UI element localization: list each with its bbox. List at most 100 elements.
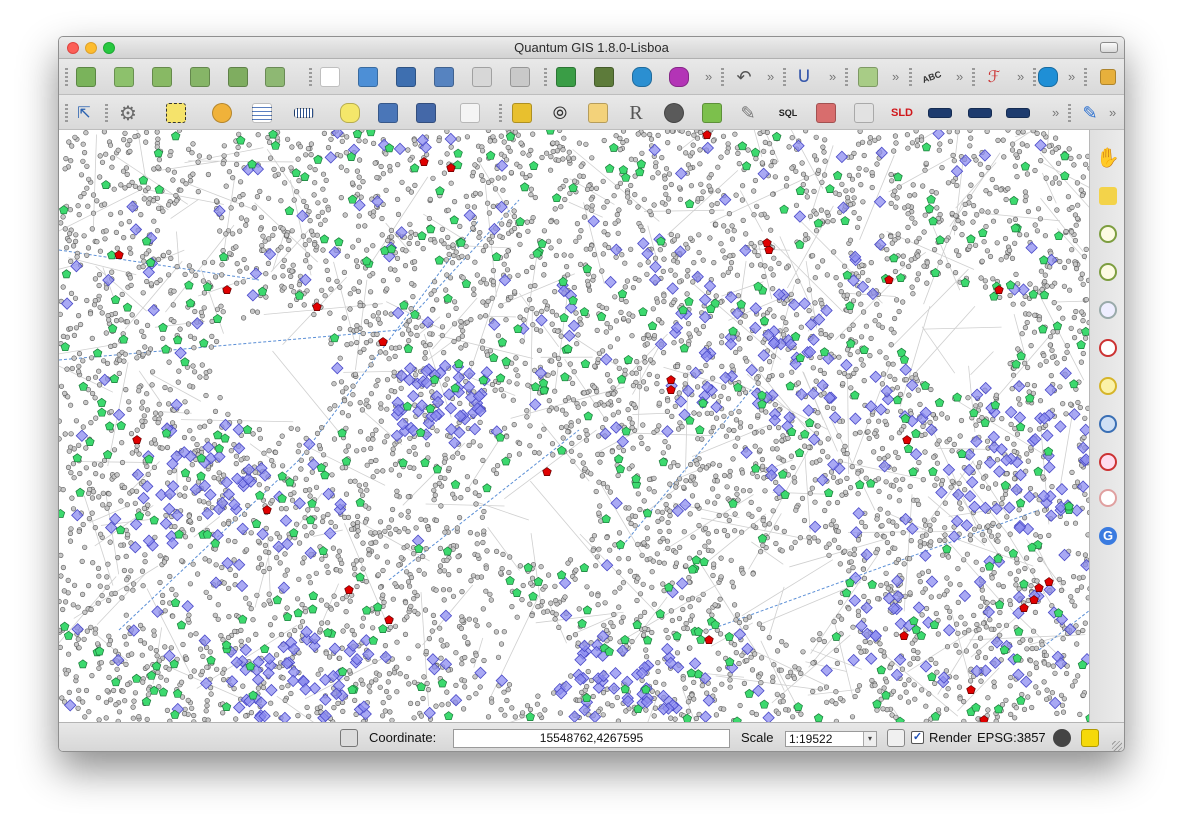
address-point <box>466 694 472 701</box>
address-point <box>406 448 412 455</box>
address-point <box>408 574 415 581</box>
toolbar-grip[interactable] <box>1068 104 1071 122</box>
add-postgis-button[interactable] <box>187 64 213 90</box>
globe-button[interactable] <box>661 100 687 126</box>
address-point <box>890 688 897 694</box>
toolbar-grip[interactable] <box>544 68 547 86</box>
add-raster-button[interactable] <box>149 64 175 90</box>
map-canvas[interactable] <box>59 130 1090 722</box>
toolbar-grip[interactable] <box>783 68 786 86</box>
add-feature-button[interactable] <box>553 64 579 90</box>
settings-button[interactable]: ⚙ <box>115 100 141 126</box>
toolbar-grip[interactable] <box>309 68 312 86</box>
address-point <box>993 208 999 214</box>
address-point <box>874 301 880 307</box>
address-point <box>139 652 145 658</box>
toolbar-grip[interactable] <box>909 68 912 86</box>
address-point <box>914 143 920 149</box>
raster-3-button[interactable] <box>1005 100 1031 126</box>
plugin-green-button[interactable] <box>509 100 535 126</box>
toolbar-grip[interactable] <box>65 68 68 86</box>
text-annotation-button[interactable] <box>457 100 483 126</box>
undo-button[interactable]: ↶ <box>731 64 757 90</box>
calendar-button[interactable] <box>585 100 611 126</box>
new-file-button[interactable] <box>317 64 343 90</box>
binoculars-button[interactable]: ⦾ <box>547 100 573 126</box>
raster-2-button[interactable] <box>967 100 993 126</box>
toolbar-overflow-chevron[interactable]: » <box>1109 105 1116 120</box>
address-point <box>996 582 1002 588</box>
toolbar-grip[interactable] <box>721 68 724 86</box>
toolbar-overflow-chevron[interactable]: » <box>1068 69 1075 84</box>
print-composer-button[interactable] <box>469 64 495 90</box>
sql-query-button[interactable] <box>851 100 877 126</box>
python-button[interactable] <box>699 100 725 126</box>
address-point <box>860 309 867 315</box>
address-point <box>979 171 985 178</box>
home-button[interactable] <box>413 100 439 126</box>
measure-button[interactable] <box>291 100 317 126</box>
add-spatialite-button[interactable] <box>225 64 251 90</box>
address-point <box>147 346 154 352</box>
toolbar-overflow-chevron[interactable]: » <box>767 69 774 84</box>
database-add-button[interactable] <box>629 64 655 90</box>
print-button[interactable] <box>507 64 533 90</box>
toolbar-grip[interactable] <box>65 104 68 122</box>
add-vector-button[interactable] <box>111 64 137 90</box>
edit-button[interactable] <box>591 64 617 90</box>
save-as-button[interactable] <box>431 64 457 90</box>
address-point <box>470 225 476 231</box>
node-tool-button[interactable] <box>855 64 881 90</box>
toolbar-overflow-chevron[interactable]: » <box>892 69 899 84</box>
identify-button[interactable]: ⇱ <box>71 100 97 126</box>
toolbar-toggle-button[interactable] <box>1100 42 1118 53</box>
pen-button[interactable]: ✎ <box>735 100 761 126</box>
address-point <box>355 528 361 534</box>
sld-button[interactable]: SLD <box>889 100 915 126</box>
annotation-button[interactable] <box>337 100 363 126</box>
toolbar-grip[interactable] <box>1084 68 1087 86</box>
r-button[interactable]: R <box>623 100 649 126</box>
toolbar-overflow-chevron[interactable]: » <box>1017 69 1024 84</box>
address-point <box>867 140 873 146</box>
address-point <box>557 710 564 716</box>
database-button[interactable] <box>666 64 692 90</box>
toolbar-grip[interactable] <box>105 104 108 122</box>
new-project-button[interactable] <box>73 64 99 90</box>
address-point <box>203 589 209 595</box>
toolbar-overflow-chevron[interactable]: » <box>705 69 712 84</box>
label-button[interactable]: ABC <box>919 64 945 90</box>
plugin-button[interactable] <box>1035 64 1061 90</box>
snapping-button[interactable]: Ս <box>791 64 817 90</box>
attribute-table-button[interactable] <box>249 100 275 126</box>
address-point <box>210 259 216 265</box>
edit-pencil-button[interactable]: ✎ <box>1077 100 1103 126</box>
title-bar[interactable]: Quantum GIS 1.8.0-Lisboa <box>59 37 1124 59</box>
toolbar-grip[interactable] <box>499 104 502 122</box>
raster-1-button[interactable] <box>927 100 953 126</box>
open-project-button[interactable] <box>355 64 381 90</box>
digitize-button[interactable]: ℱ <box>981 64 1007 90</box>
deselect-button[interactable] <box>209 100 235 126</box>
image-button[interactable] <box>1095 64 1121 90</box>
toolbar-grip[interactable] <box>845 68 848 86</box>
address-point <box>408 189 415 195</box>
address-point <box>302 241 308 248</box>
toolbar-overflow-chevron[interactable]: » <box>829 69 836 84</box>
save-project-button[interactable] <box>393 64 419 90</box>
toolbar-overflow-chevron[interactable]: » <box>956 69 963 84</box>
address-point <box>76 369 82 375</box>
toolbar-overflow-chevron[interactable]: » <box>1052 105 1059 120</box>
db-manager-button[interactable] <box>813 100 839 126</box>
address-point <box>550 370 556 376</box>
hot-button[interactable] <box>375 100 401 126</box>
add-wms-button[interactable] <box>262 64 288 90</box>
address-point <box>68 431 74 437</box>
address-point <box>226 585 232 592</box>
select-button[interactable] <box>163 100 189 126</box>
address-point <box>378 163 384 170</box>
sql-add-button[interactable]: SQL <box>775 100 801 126</box>
address-point <box>655 132 661 139</box>
address-point <box>696 330 702 336</box>
toolbar-grip[interactable] <box>972 68 975 86</box>
